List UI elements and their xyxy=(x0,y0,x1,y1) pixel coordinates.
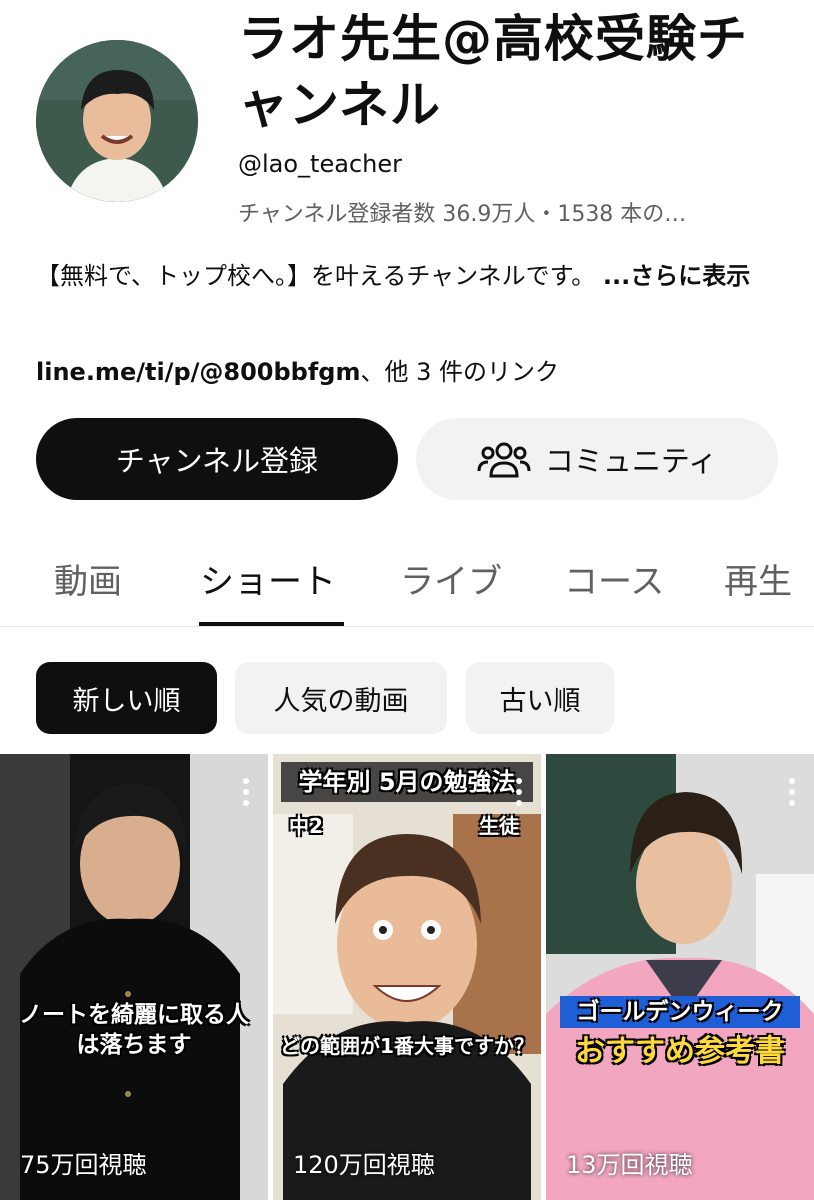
description-text: 【無料で、トップ校へ。】を叶えるチャンネルです。 xyxy=(36,262,596,290)
channel-stats[interactable]: チャンネル登録者数 36.9万人・1538 本の… xyxy=(238,196,778,228)
view-count: 13万回視聴 xyxy=(566,1151,693,1179)
show-more-link[interactable]: ...さらに表示 xyxy=(603,262,750,290)
student-tag: 生徒 xyxy=(479,814,519,838)
channel-avatar[interactable] xyxy=(36,40,198,202)
active-tab-indicator xyxy=(199,622,344,626)
channel-description[interactable]: 【無料で、トップ校へ。】を叶えるチャンネルです。 ...さらに表示 xyxy=(36,258,756,294)
more-options-icon[interactable] xyxy=(788,778,796,808)
short-card[interactable]: ノートを綺麗に取る人は落ちます 75万回視聴 xyxy=(0,754,268,1200)
channel-tabs: 動画 ショート ライブ コース 再生 xyxy=(0,540,814,627)
tab-courses[interactable]: コース xyxy=(564,554,664,603)
grade-tag: 中2 xyxy=(289,814,323,838)
tab-live[interactable]: ライブ xyxy=(400,554,502,603)
subscribe-label: チャンネル登録 xyxy=(115,444,319,478)
channel-title: ラオ先生@高校受験チャンネル xyxy=(238,10,748,134)
short-card[interactable]: ゴールデンウィーク おすすめ参考書 13万回視聴 xyxy=(546,754,814,1200)
community-label: コミュニティ xyxy=(544,444,718,478)
channel-links[interactable]: line.me/ti/p/@800bbfgm、他 3 件のリンク xyxy=(36,352,559,387)
view-count: 75万回視聴 xyxy=(20,1151,147,1179)
subscribe-button[interactable]: チャンネル登録 xyxy=(36,418,398,500)
short-caption: おすすめ参考書 xyxy=(575,1034,785,1069)
community-icon xyxy=(477,442,531,478)
short-caption: ノートを綺麗に取る人は落ちます xyxy=(19,1002,249,1058)
short-top-caption: 学年別 5月の勉強法 xyxy=(298,768,516,796)
short-caption: どの範囲が1番大事ですか？ xyxy=(280,1034,534,1058)
community-button[interactable]: コミュニティ xyxy=(416,418,778,500)
view-count: 120万回視聴 xyxy=(293,1151,435,1179)
link-more-count[interactable]: 、他 3 件のリンク xyxy=(360,358,559,386)
short-card[interactable]: 学年別 5月の勉強法 中2 生徒 どの範囲が1番大事ですか？ 120万回視聴 xyxy=(273,754,541,1200)
short-thumbnail xyxy=(0,754,268,1200)
chip-popular[interactable]: 人気の動画 xyxy=(235,662,447,734)
short-thumbnail xyxy=(546,754,814,1200)
channel-handle: @lao_teacher xyxy=(238,150,402,178)
tab-shorts[interactable]: ショート xyxy=(200,554,336,603)
link-url[interactable]: line.me/ti/p/@800bbfgm xyxy=(36,358,360,386)
short-caption-top: ゴールデンウィーク xyxy=(560,996,800,1028)
chip-oldest[interactable]: 古い順 xyxy=(466,662,614,734)
tab-videos[interactable]: 動画 xyxy=(54,554,122,603)
chip-newest[interactable]: 新しい順 xyxy=(36,662,217,734)
more-options-icon[interactable] xyxy=(242,778,250,808)
tab-playlists[interactable]: 再生 xyxy=(724,554,792,603)
